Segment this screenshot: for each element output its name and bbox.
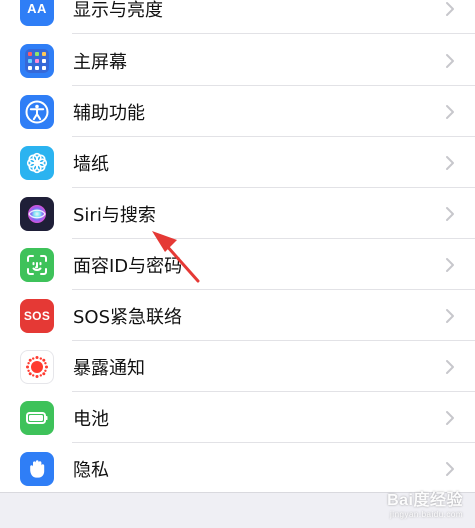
- settings-row-privacy[interactable]: 隐私: [0, 443, 475, 492]
- face-id-icon: [20, 247, 54, 282]
- settings-row-label: SOS紧急联络: [73, 306, 183, 328]
- settings-row-siri-search[interactable]: Siri与搜索: [0, 188, 475, 239]
- chevron-right-icon: [446, 104, 454, 119]
- settings-row-face-id-passcode[interactable]: 面容ID与密码: [0, 239, 475, 290]
- settings-row-home-screen[interactable]: 主屏幕: [0, 35, 475, 86]
- settings-row-label: 辅助功能: [73, 102, 145, 124]
- row-separator: [72, 33, 475, 34]
- baidu-watermark: Bai度经验 jingyan.baidu.com: [387, 486, 463, 519]
- settings-row-display-brightness[interactable]: AA 显示与亮度: [0, 0, 475, 34]
- home-screen-grid-icon: [20, 43, 54, 78]
- wallpaper-flower-icon: [20, 145, 54, 180]
- settings-list: AA 显示与亮度 主屏幕 辅助功能 墙纸 Siri与搜索 面容ID与密码 SOS…: [0, 0, 475, 492]
- settings-row-label: 显示与亮度: [73, 0, 163, 21]
- settings-row-label: 面容ID与密码: [73, 255, 183, 277]
- exposure-notification-icon: [20, 349, 54, 384]
- chevron-right-icon: [446, 53, 454, 68]
- chevron-right-icon: [446, 308, 454, 323]
- chevron-right-icon: [446, 257, 454, 272]
- settings-row-wallpaper[interactable]: 墙纸: [0, 137, 475, 188]
- privacy-hand-icon: [20, 451, 54, 486]
- settings-row-label: 墙纸: [73, 153, 109, 175]
- settings-row-label: 暴露通知: [73, 357, 145, 379]
- watermark-title: Bai度经验: [387, 492, 463, 509]
- text-size-icon: AA: [20, 0, 54, 26]
- icon-badge-text: SOS: [23, 308, 51, 323]
- settings-row-sos[interactable]: SOS SOS紧急联络: [0, 290, 475, 341]
- settings-row-label: 隐私: [73, 459, 109, 481]
- settings-row-accessibility[interactable]: 辅助功能: [0, 86, 475, 137]
- siri-icon: [20, 196, 54, 231]
- sos-icon: SOS: [20, 298, 54, 333]
- chevron-right-icon: [446, 206, 454, 221]
- watermark-subtitle: jingyan.baidu.com: [390, 510, 463, 519]
- settings-row-label: 主屏幕: [73, 51, 127, 73]
- chevron-right-icon: [446, 1, 454, 16]
- chevron-right-icon: [446, 410, 454, 425]
- icon-badge-text: AA: [27, 1, 47, 16]
- settings-row-battery[interactable]: 电池: [0, 392, 475, 443]
- settings-row-label: Siri与搜索: [73, 204, 156, 226]
- accessibility-icon: [20, 94, 54, 129]
- chevron-right-icon: [446, 155, 454, 170]
- settings-row-label: 电池: [73, 408, 109, 430]
- chevron-right-icon: [446, 359, 454, 374]
- chevron-right-icon: [446, 461, 454, 476]
- battery-icon: [20, 400, 54, 435]
- settings-row-exposure-notifications[interactable]: 暴露通知: [0, 341, 475, 392]
